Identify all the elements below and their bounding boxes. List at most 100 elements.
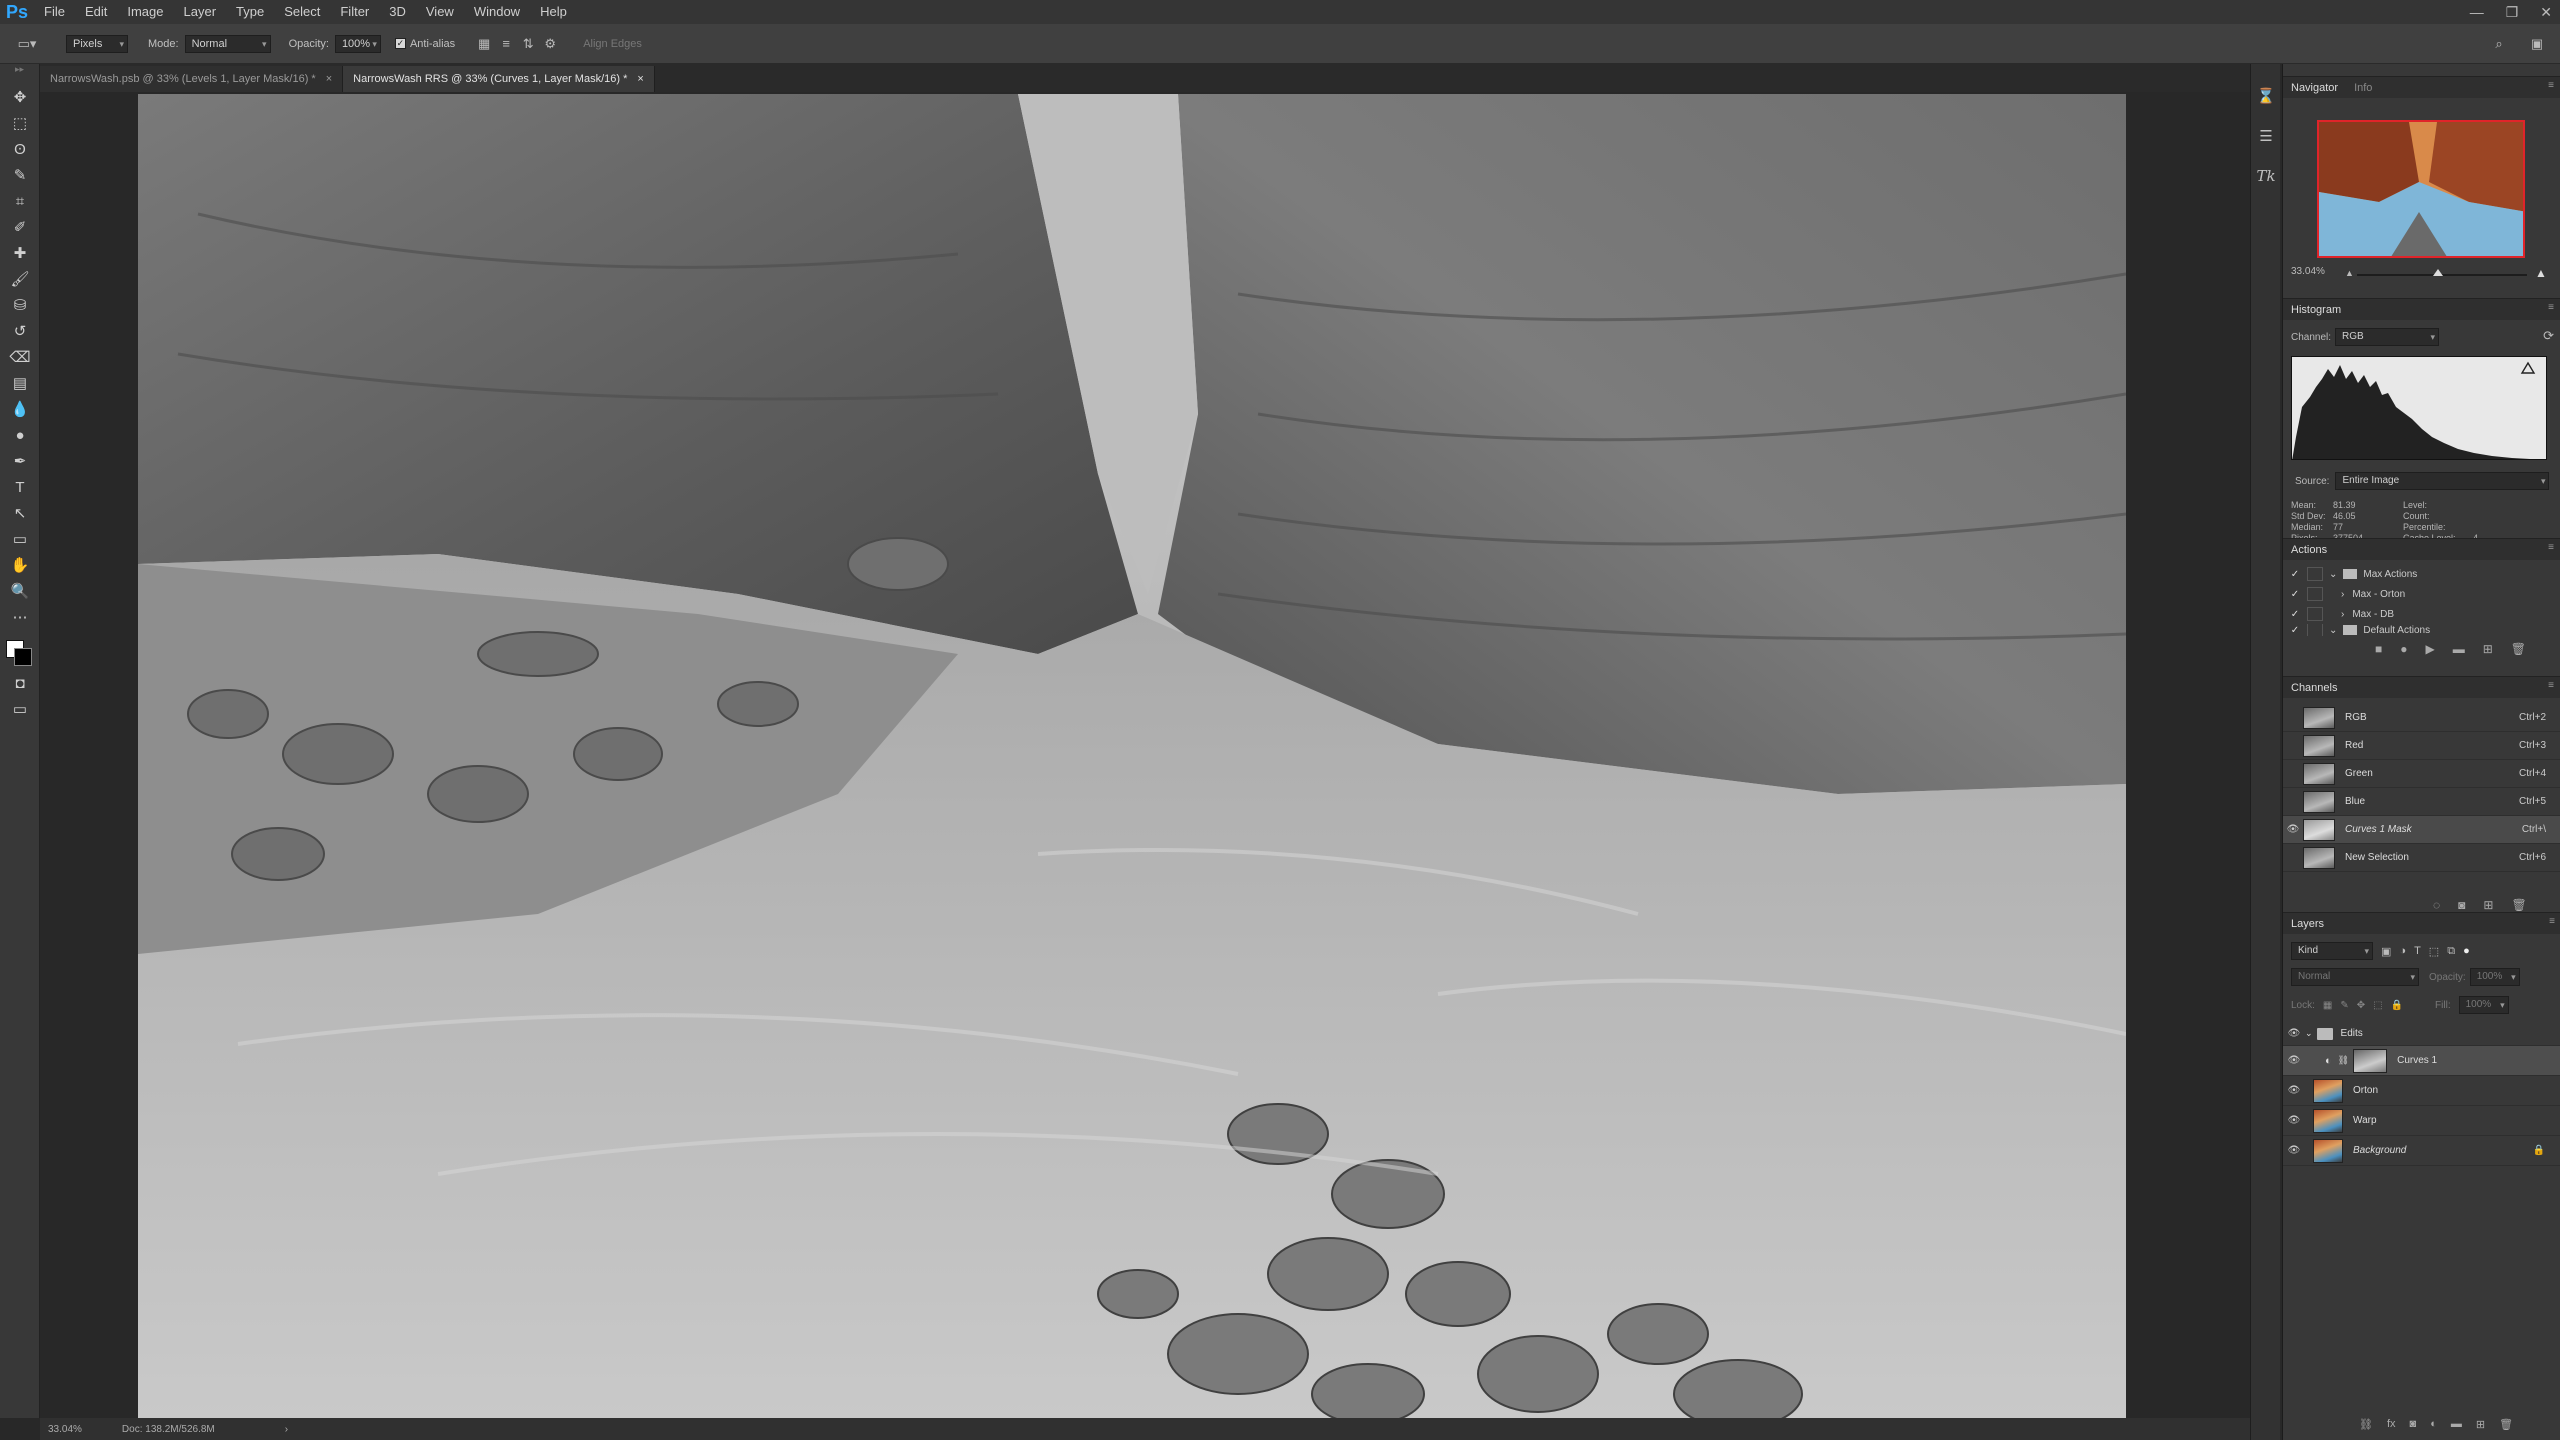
minimize-button[interactable]: —	[2470, 4, 2484, 20]
eye-icon[interactable]: 👁	[2283, 1028, 2305, 1039]
history-brush-tool-icon[interactable]: ↺	[0, 318, 40, 344]
layer-row-orton[interactable]: 👁 Orton	[2283, 1076, 2560, 1106]
panel-menu-icon[interactable]: ≡	[2548, 680, 2554, 691]
path-arrangement-icon[interactable]: ⇅	[517, 33, 539, 55]
filter-shape-icon[interactable]: ⬚	[2429, 945, 2439, 958]
eyedropper-tool-icon[interactable]: ✐	[0, 214, 40, 240]
path-alignment-icon[interactable]: ≡	[495, 33, 517, 55]
load-selection-icon[interactable]: ◌	[2433, 898, 2440, 912]
canvas-area[interactable]	[40, 92, 2250, 1418]
navigator-zoom-value[interactable]: 33.04%	[2291, 266, 2325, 277]
pen-tool-icon[interactable]: ✒	[0, 448, 40, 474]
brush-tool-icon[interactable]: 🖌	[0, 266, 40, 292]
dodge-tool-icon[interactable]: ●	[0, 422, 40, 448]
new-layer-icon[interactable]: ⊞	[2476, 1418, 2485, 1431]
opacity-input[interactable]: 100%	[334, 34, 381, 53]
filter-pixel-icon[interactable]: ▣	[2381, 945, 2391, 958]
tab-narrowswash-psb[interactable]: NarrowsWash.psb @ 33% (Levels 1, Layer M…	[40, 66, 344, 92]
new-group-icon[interactable]: ▬	[2451, 1418, 2462, 1431]
more-tools-icon[interactable]: ⋯	[0, 604, 40, 630]
type-tool-icon[interactable]: T	[0, 474, 40, 500]
chevron-down-icon[interactable]: ⌄	[2305, 1028, 2313, 1039]
play-icon[interactable]: ▶	[2426, 642, 2435, 656]
action-toggle-checkbox[interactable]: ✓	[2283, 609, 2307, 620]
layer-row-warp[interactable]: 👁 Warp	[2283, 1106, 2560, 1136]
tab-navigator[interactable]: Navigator	[2291, 82, 2338, 94]
dialog-toggle[interactable]	[2307, 624, 2323, 636]
tab-histogram[interactable]: Histogram	[2291, 304, 2341, 316]
menu-edit[interactable]: Edit	[75, 0, 117, 24]
stamp-tool-icon[interactable]: ⛁	[0, 292, 40, 318]
channel-row-new-selection[interactable]: New Selection Ctrl+6	[2283, 844, 2560, 872]
link-icon[interactable]: ⛓	[2338, 1055, 2349, 1066]
panel-menu-icon[interactable]: ≡	[2548, 80, 2554, 91]
lasso-tool-icon[interactable]: ʘ	[0, 136, 40, 162]
quick-mask-icon[interactable]: ◘	[0, 670, 40, 696]
blur-tool-icon[interactable]: 💧	[0, 396, 40, 422]
panel-menu-icon[interactable]: ≡	[2548, 542, 2554, 553]
path-operations-icon[interactable]: ▦	[473, 33, 495, 55]
lock-all-icon[interactable]: 🔒	[2391, 1000, 2403, 1011]
menu-select[interactable]: Select	[274, 0, 330, 24]
fill-input[interactable]: 100%	[2458, 996, 2509, 1014]
trash-icon[interactable]: 🗑	[2499, 1418, 2513, 1431]
workspace-icon[interactable]: ▣	[2526, 33, 2548, 55]
crop-tool-icon[interactable]: ⌗	[0, 188, 40, 214]
close-tab-icon[interactable]: ×	[326, 66, 332, 92]
action-toggle-checkbox[interactable]: ✓	[2283, 625, 2307, 636]
menu-file[interactable]: File	[34, 0, 75, 24]
restore-button[interactable]: ❐	[2506, 4, 2519, 21]
blend-mode-dropdown[interactable]: Normal	[2291, 968, 2419, 986]
zoom-out-icon[interactable]: ▲	[2345, 268, 2354, 278]
style-dropdown[interactable]: Pixels	[66, 34, 128, 53]
menu-window[interactable]: Window	[464, 0, 530, 24]
eraser-tool-icon[interactable]: ⌫	[0, 344, 40, 370]
close-window-button[interactable]: ✕	[2540, 4, 2552, 21]
color-swatches[interactable]	[0, 630, 40, 670]
action-row[interactable]: ✓ › Max - DB	[2283, 604, 2560, 624]
status-zoom[interactable]: 33.04%	[48, 1424, 82, 1435]
healing-tool-icon[interactable]: ✚	[0, 240, 40, 266]
shape-tool-icon[interactable]: ▭	[0, 526, 40, 552]
lock-pixels-icon[interactable]: ✎	[2340, 1000, 2348, 1011]
layer-opacity-input[interactable]: 100%	[2469, 968, 2520, 986]
dialog-toggle[interactable]	[2307, 587, 2323, 601]
eye-icon[interactable]: 👁	[2283, 1115, 2305, 1126]
zoom-slider-handle[interactable]	[2433, 269, 2443, 276]
background-color-swatch[interactable]	[14, 648, 32, 666]
layer-group-edits[interactable]: 👁 ⌄ Edits	[2283, 1022, 2560, 1046]
filter-adjustment-icon[interactable]: ◑	[2399, 945, 2406, 957]
quick-select-tool-icon[interactable]: ✎	[0, 162, 40, 188]
action-row[interactable]: ✓ › Max - Orton	[2283, 584, 2560, 604]
new-adjustment-icon[interactable]: ◐	[2430, 1418, 2437, 1431]
expand-icon[interactable]: ›	[2341, 609, 2344, 620]
new-set-icon[interactable]: ▬	[2453, 642, 2465, 656]
trash-icon[interactable]: 🗑	[2511, 898, 2526, 912]
zoom-tool-icon[interactable]: 🔍	[0, 578, 40, 604]
menu-type[interactable]: Type	[226, 0, 274, 24]
source-dropdown[interactable]: Entire Image	[2335, 472, 2550, 490]
menu-layer[interactable]: Layer	[174, 0, 227, 24]
refresh-icon[interactable]: ⟳	[2543, 328, 2554, 344]
eye-icon[interactable]: 👁	[2283, 1145, 2305, 1156]
add-mask-icon[interactable]: ◙	[2410, 1418, 2417, 1431]
channel-row-rgb[interactable]: RGB Ctrl+2	[2283, 704, 2560, 732]
tool-preset-picker[interactable]: ▭▾	[16, 33, 38, 55]
navigator-thumbnail[interactable]	[2317, 120, 2525, 258]
trash-icon[interactable]: 🗑	[2511, 642, 2526, 656]
lock-transparent-icon[interactable]: ▦	[2323, 1000, 2332, 1011]
eye-icon[interactable]: 👁	[2283, 1055, 2305, 1066]
lock-artboard-icon[interactable]: ⬚	[2373, 1000, 2382, 1011]
document-canvas[interactable]	[138, 94, 2126, 1418]
toolbar-grip[interactable]: ▸▸	[0, 64, 39, 84]
close-tab-icon[interactable]: ×	[637, 66, 643, 92]
action-set-row[interactable]: ✓ ⌄ Default Actions	[2283, 624, 2560, 636]
menu-view[interactable]: View	[416, 0, 464, 24]
expand-icon[interactable]: ⌄	[2329, 569, 2337, 580]
panel-menu-icon[interactable]: ≡	[2548, 302, 2554, 313]
channel-row-green[interactable]: Green Ctrl+4	[2283, 760, 2560, 788]
history-panel-icon[interactable]: ⌛	[2251, 76, 2281, 116]
eye-icon[interactable]: 👁	[2283, 824, 2303, 835]
tab-actions[interactable]: Actions	[2291, 544, 2327, 556]
status-menu-arrow[interactable]: ›	[285, 1424, 288, 1435]
